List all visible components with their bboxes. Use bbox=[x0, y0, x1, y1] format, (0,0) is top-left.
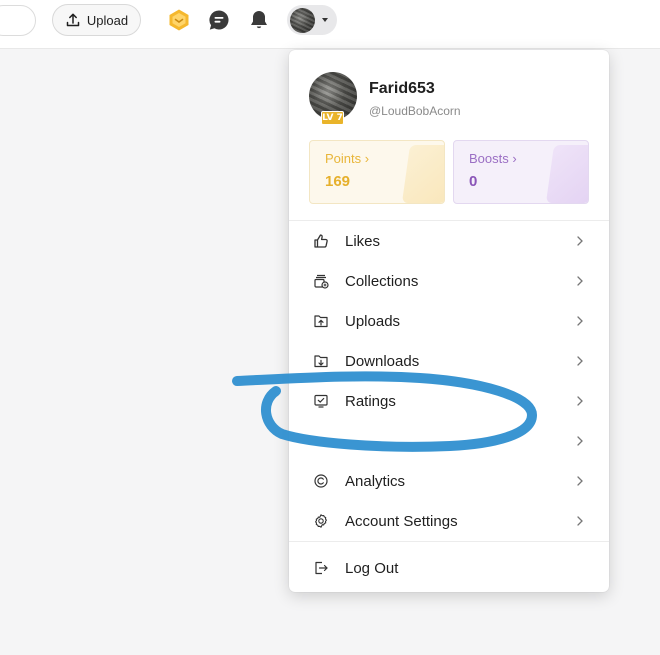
boosts-value: 0 bbox=[469, 173, 478, 190]
menu-item-downloads[interactable]: Downloads bbox=[289, 341, 609, 381]
ratings-icon bbox=[313, 393, 329, 409]
search-input[interactable] bbox=[0, 5, 36, 36]
chevron-right-icon bbox=[576, 236, 584, 246]
logout-icon bbox=[313, 560, 329, 576]
chevron-right-icon bbox=[576, 396, 584, 406]
top-bar: Upload bbox=[0, 0, 660, 49]
points-card[interactable]: Points › 169 bbox=[309, 140, 445, 204]
chevron-right-icon bbox=[576, 316, 584, 326]
avatar bbox=[290, 7, 315, 33]
menu-item-analytics[interactable]: Analytics bbox=[289, 461, 609, 501]
account-menu-button[interactable] bbox=[287, 5, 337, 35]
menu-item-label: Downloads bbox=[345, 352, 420, 370]
menu-item-uploads[interactable]: Uploads bbox=[289, 301, 609, 341]
gear-icon bbox=[313, 513, 329, 529]
menu-item-likes[interactable]: Likes bbox=[289, 221, 609, 261]
chevron-right-icon bbox=[576, 436, 584, 446]
menu-item-obscured[interactable] bbox=[289, 421, 609, 461]
chevron-right-icon bbox=[576, 516, 584, 526]
boosts-decoration bbox=[545, 145, 588, 203]
menu-item-label: Likes bbox=[345, 232, 381, 250]
thumbs-up-icon bbox=[313, 233, 329, 249]
menu-item-label: Account Settings bbox=[345, 512, 458, 530]
analytics-icon bbox=[313, 473, 329, 489]
points-decoration bbox=[401, 145, 444, 203]
username[interactable]: Farid653 bbox=[369, 80, 435, 98]
chevron-right-icon bbox=[576, 356, 584, 366]
chat-icon[interactable] bbox=[207, 8, 231, 32]
chevron-right-icon bbox=[576, 476, 584, 486]
menu-item-collections[interactable]: Collections bbox=[289, 261, 609, 301]
logout-button[interactable]: Log Out bbox=[289, 548, 609, 588]
collections-icon bbox=[313, 273, 329, 289]
profile-header: LV 7 Farid653 @LoudBobAcorn bbox=[309, 72, 589, 128]
chevron-right-icon bbox=[576, 276, 584, 286]
divider bbox=[289, 541, 609, 542]
menu-item-label: Analytics bbox=[345, 472, 406, 490]
boosts-label: Boosts › bbox=[469, 151, 517, 166]
download-folder-icon bbox=[313, 353, 329, 369]
chevron-down-icon bbox=[322, 18, 328, 22]
upload-icon bbox=[66, 13, 80, 27]
account-dropdown: LV 7 Farid653 @LoudBobAcorn Points › 169… bbox=[289, 50, 609, 592]
user-handle: @LoudBobAcorn bbox=[369, 104, 461, 118]
menu-item-label: Collections bbox=[345, 272, 419, 290]
hexagon-badge-icon[interactable] bbox=[167, 8, 191, 32]
bell-icon[interactable] bbox=[247, 8, 271, 32]
menu-item-account-settings[interactable]: Account Settings bbox=[289, 501, 609, 541]
boosts-card[interactable]: Boosts › 0 bbox=[453, 140, 589, 204]
points-value: 169 bbox=[325, 173, 351, 190]
logout-label: Log Out bbox=[345, 559, 399, 577]
menu-item-label: Uploads bbox=[345, 312, 401, 330]
points-label: Points › bbox=[325, 151, 370, 166]
menu-item-ratings[interactable]: Ratings bbox=[289, 381, 609, 421]
level-badge: LV 7 bbox=[321, 111, 344, 125]
upload-folder-icon bbox=[313, 313, 329, 329]
upload-button[interactable]: Upload bbox=[52, 4, 141, 36]
menu-item-label: Ratings bbox=[345, 392, 396, 410]
upload-label: Upload bbox=[86, 12, 129, 28]
